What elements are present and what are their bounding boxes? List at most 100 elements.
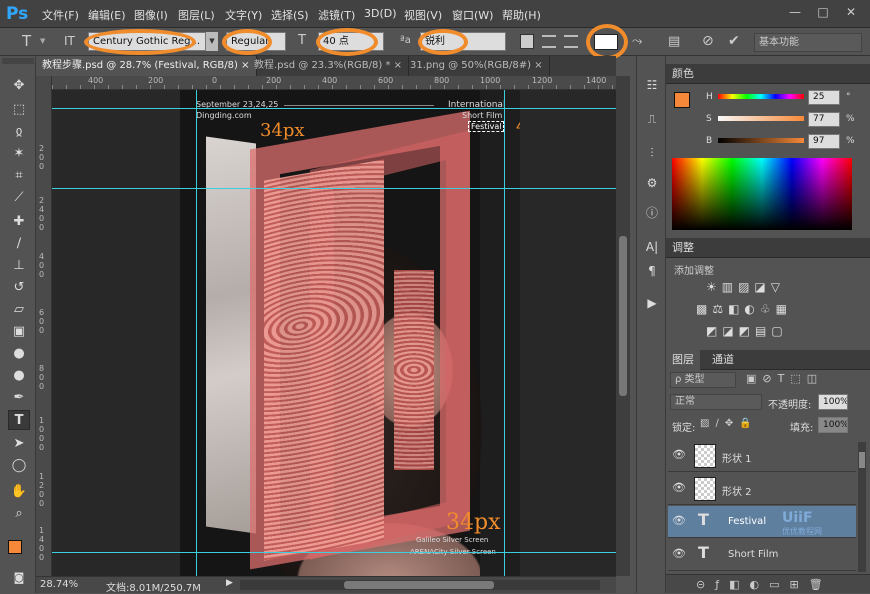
minimize-button[interactable]: — — [786, 3, 804, 21]
align-right-button[interactable] — [564, 35, 578, 48]
layers-scrollbar[interactable] — [858, 442, 866, 572]
color-spectrum[interactable] — [672, 158, 852, 230]
vertical-scrollbar[interactable] — [616, 76, 630, 576]
warp-text-icon[interactable]: ⤳ — [632, 34, 642, 49]
move-tool-icon[interactable]: ✥ — [8, 76, 30, 96]
path-selection-icon[interactable]: ➤ — [8, 434, 30, 454]
align-left-button[interactable] — [520, 34, 534, 49]
fill-input[interactable]: 100% — [818, 417, 848, 433]
quick-mask-icon[interactable]: ◙ — [8, 568, 30, 588]
tab-31-png[interactable]: 31.png @ 50%(RGB/8#) × — [404, 56, 550, 76]
layer-name[interactable]: 形状 2 — [722, 483, 752, 498]
layer-row[interactable]: 👁 T Short Film — [668, 539, 856, 571]
adjustment-icons-row2[interactable]: ▩⚖◧◐♧▦ — [696, 302, 826, 316]
commit-check-icon[interactable]: ✔ — [728, 33, 740, 49]
adjustment-icons-row3[interactable]: ◩◪◩▤▢ — [706, 324, 816, 338]
gradient-tool-icon[interactable]: ▣ — [8, 322, 30, 342]
guide-line[interactable] — [52, 552, 616, 553]
opacity-input[interactable]: 100% — [818, 394, 848, 410]
status-menu-arrow-icon[interactable]: ▶ — [226, 578, 233, 588]
shape-tool-icon[interactable]: ◯ — [8, 456, 30, 476]
timeline-panel-icon[interactable]: ▶ — [641, 292, 663, 314]
type-tool-icon[interactable]: T — [8, 410, 30, 430]
properties-panel-icon[interactable]: ⚙ — [641, 172, 663, 194]
visibility-eye-icon[interactable]: 👁 — [672, 514, 686, 527]
lock-icons[interactable]: ▨∕✥🔒 — [700, 418, 758, 429]
layer-name[interactable]: 形状 1 — [722, 450, 752, 465]
magic-wand-icon[interactable]: ✶ — [8, 144, 30, 164]
layer-filter-icons[interactable]: ▣⊘T⬚◫ — [746, 372, 823, 385]
tab-channels[interactable]: 通道 — [706, 350, 740, 370]
layer-row[interactable]: 👁 形状 2 — [668, 473, 856, 505]
cancel-icon[interactable]: ⊘ — [702, 33, 714, 49]
info-panel-icon[interactable]: ⓘ — [641, 202, 663, 224]
menu-image[interactable]: 图像(I) — [134, 7, 168, 23]
brightness-slider[interactable] — [718, 138, 804, 143]
menu-file[interactable]: 文件(F) — [42, 7, 79, 23]
brush-tool-icon[interactable]: ∕ — [8, 234, 30, 254]
maximize-button[interactable]: □ — [814, 3, 832, 21]
tab-layers[interactable]: 图层 — [666, 350, 700, 370]
chevron-down-icon[interactable]: ▼ — [206, 32, 218, 51]
dodge-tool-icon[interactable]: ● — [8, 366, 30, 386]
layer-row[interactable]: 👁 形状 1 — [668, 440, 856, 472]
zoom-tool-icon[interactable]: ⌕ — [8, 504, 30, 524]
marquee-tool-icon[interactable]: ⬚ — [8, 100, 30, 120]
blend-mode-select[interactable]: 正常 — [670, 394, 762, 410]
character-panel-icon[interactable]: ▤ — [668, 34, 680, 49]
guide-line[interactable] — [52, 108, 616, 109]
menu-layer[interactable]: 图层(L) — [178, 7, 215, 23]
document-canvas[interactable]: September 23,24,25 Dingding.com Internat… — [180, 90, 520, 576]
tab-tutorial[interactable]: 教程.psd @ 23.3%(RGB/8) * × — [248, 56, 410, 76]
brush-panel-icon[interactable]: ⫶ — [641, 142, 663, 164]
healing-brush-icon[interactable]: ✚ — [8, 212, 30, 232]
eraser-tool-icon[interactable]: ▱ — [8, 300, 30, 320]
character-panel-icon[interactable]: A| — [641, 236, 663, 258]
guide-line[interactable] — [52, 188, 616, 189]
s-value-input[interactable]: 77 — [808, 112, 840, 127]
history-panel-icon[interactable]: ☷ — [641, 74, 663, 96]
menu-window[interactable]: 窗口(W) — [452, 7, 493, 23]
foreground-color-swatch[interactable] — [674, 92, 690, 108]
visibility-eye-icon[interactable]: 👁 — [672, 481, 686, 494]
clone-stamp-icon[interactable]: ⊥ — [8, 256, 30, 276]
layer-name[interactable]: Short Film — [728, 549, 778, 560]
menu-select[interactable]: 选择(S) — [271, 7, 309, 23]
canvas-area[interactable]: September 23,24,25 Dingding.com Internat… — [52, 90, 616, 576]
eyedropper-icon[interactable]: ⟋ — [8, 188, 30, 208]
guide-line[interactable] — [196, 90, 197, 576]
menu-filter[interactable]: 滤镜(T) — [318, 7, 355, 23]
b-value-input[interactable]: 97 — [808, 134, 840, 149]
menu-view[interactable]: 视图(V) — [404, 7, 442, 23]
foreground-color-swatch[interactable] — [8, 540, 22, 554]
workspace-select[interactable]: 基本功能 — [754, 33, 862, 52]
menu-type[interactable]: 文字(Y) — [225, 7, 262, 23]
lasso-tool-icon[interactable]: ჲ — [8, 122, 30, 142]
visibility-eye-icon[interactable]: 👁 — [672, 448, 686, 461]
menu-3d[interactable]: 3D(D) — [364, 7, 397, 20]
menu-edit[interactable]: 编辑(E) — [88, 7, 126, 23]
actions-panel-icon[interactable]: ⎍ — [641, 108, 663, 130]
tab-tutorial-steps[interactable]: 教程步骤.psd @ 28.7% (Festival, RGB/8) × — [36, 56, 257, 76]
visibility-eye-icon[interactable]: 👁 — [672, 547, 686, 560]
scrollbar-thumb[interactable] — [344, 581, 494, 589]
layers-footer-buttons[interactable]: ⊝ƒ◧◐▭⊞🗑 — [666, 574, 870, 593]
zoom-level[interactable]: 28.74% — [40, 579, 78, 590]
blur-tool-icon[interactable]: ● — [8, 344, 30, 364]
orientation-toggle-icon[interactable]: IT — [64, 34, 75, 48]
type-tool-preset[interactable]: T — [22, 32, 31, 50]
color-panel-header[interactable]: 颜色 — [666, 64, 870, 84]
festival-text-selected[interactable]: Festival — [468, 121, 505, 132]
close-icon[interactable]: × — [534, 60, 542, 71]
guide-line[interactable] — [504, 90, 505, 576]
h-value-input[interactable]: 25 — [808, 90, 840, 105]
hand-tool-icon[interactable]: ✋ — [8, 482, 30, 502]
paragraph-panel-icon[interactable]: ¶ — [641, 260, 663, 282]
layer-name[interactable]: Festival — [728, 516, 766, 527]
chevron-down-icon[interactable]: ▼ — [40, 37, 45, 45]
align-center-button[interactable] — [542, 35, 556, 48]
scrollbar-thumb[interactable] — [859, 452, 865, 468]
layer-row-selected[interactable]: 👁 T Festival UiiF 优优教程网 — [668, 506, 856, 538]
history-brush-icon[interactable]: ↺ — [8, 278, 30, 298]
crop-tool-icon[interactable]: ⌗ — [8, 166, 30, 186]
